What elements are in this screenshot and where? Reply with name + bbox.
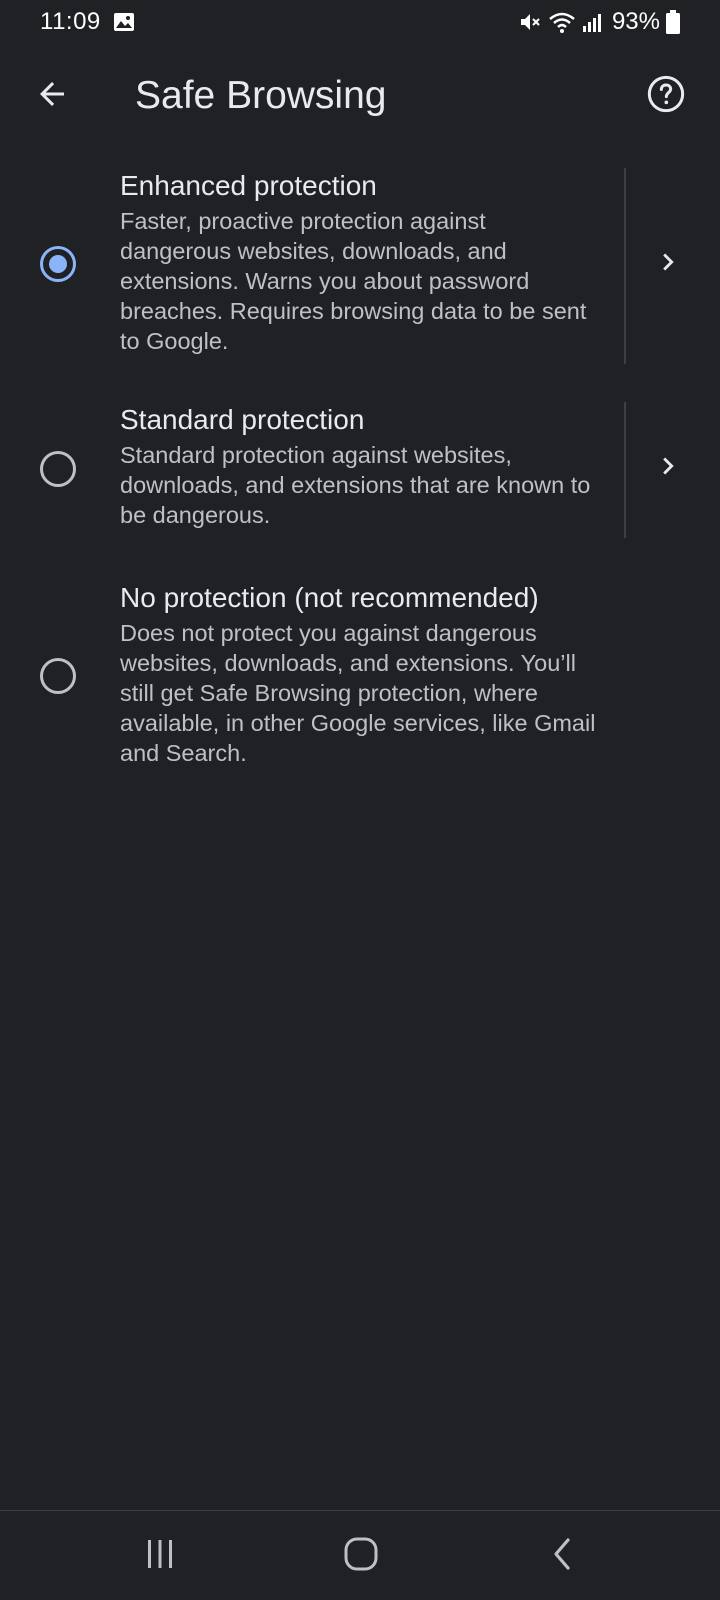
status-bar: 11:09 93%	[0, 0, 720, 44]
help-circle-icon	[646, 74, 686, 119]
help-button[interactable]	[640, 70, 692, 122]
home-button[interactable]	[331, 1531, 391, 1581]
radio-button-enhanced[interactable]	[40, 246, 76, 282]
navigation-bar	[0, 1510, 720, 1600]
chevron-right-icon	[651, 245, 685, 284]
screen: 11:09 93% Safe Browsing Enhanced protect…	[0, 0, 720, 1600]
status-icons: 93%	[518, 8, 680, 36]
signal-icon	[582, 11, 604, 33]
option-description: Faster, proactive protection against dan…	[120, 208, 587, 354]
battery-icon	[666, 10, 680, 34]
wifi-icon	[548, 10, 576, 34]
page-title: Safe Browsing	[135, 74, 387, 117]
details-button-standard[interactable]	[640, 440, 696, 496]
option-standard-protection[interactable]: Standard protection Standard protection …	[0, 402, 720, 538]
back-button[interactable]	[24, 68, 80, 124]
option-description: Standard protection against websites, do…	[120, 442, 591, 528]
divider	[624, 168, 626, 364]
option-text: Standard protection Standard protection …	[120, 402, 600, 530]
chevron-right-icon	[651, 449, 685, 488]
radio-button-no-protection[interactable]	[40, 658, 76, 694]
option-title: Standard protection	[120, 404, 365, 435]
gallery-icon	[113, 12, 135, 32]
app-bar: Safe Browsing	[0, 56, 720, 136]
mute-icon	[518, 10, 542, 34]
details-button-enhanced[interactable]	[640, 236, 696, 292]
arrow-back-icon	[34, 76, 70, 117]
option-description: Does not protect you against dangerous w…	[120, 620, 596, 766]
divider	[624, 402, 626, 538]
recents-icon	[143, 1537, 177, 1576]
back-icon	[548, 1536, 578, 1577]
option-enhanced-protection[interactable]: Enhanced protection Faster, proactive pr…	[0, 168, 720, 364]
status-time: 11:09	[40, 8, 101, 35]
radio-button-standard[interactable]	[40, 451, 76, 487]
home-icon	[343, 1536, 379, 1577]
recents-button[interactable]	[130, 1531, 190, 1581]
option-text: No protection (not recommended) Does not…	[120, 580, 600, 768]
option-text: Enhanced protection Faster, proactive pr…	[120, 168, 600, 356]
system-back-button[interactable]	[533, 1531, 593, 1581]
option-title: Enhanced protection	[120, 170, 377, 201]
battery-percent: 93%	[611, 8, 660, 35]
option-no-protection[interactable]: No protection (not recommended) Does not…	[0, 580, 720, 776]
option-title: No protection (not recommended)	[120, 582, 539, 613]
